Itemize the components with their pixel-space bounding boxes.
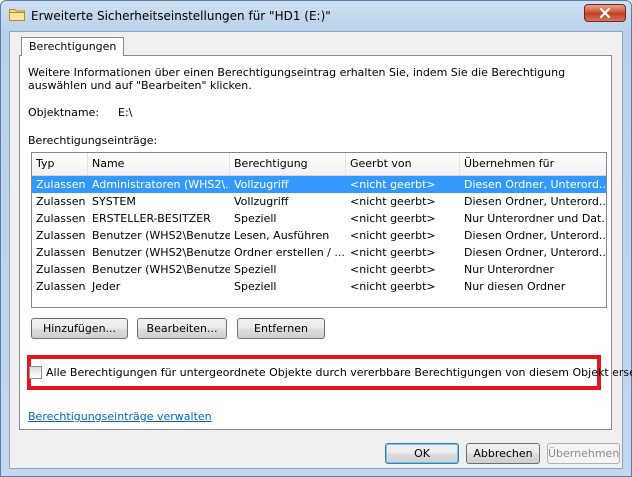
cell-apply-to: Nur Unterordner und Dat... bbox=[464, 212, 606, 225]
cell-type: Zulassen bbox=[36, 280, 86, 293]
cell-name: Benutzer (WHS2\Benutzer) bbox=[92, 246, 230, 259]
info-text: Weitere Informationen über einen Berecht… bbox=[28, 66, 566, 92]
cell-name: ERSTELLER-BESITZER bbox=[92, 212, 211, 225]
table-row[interactable]: Zulassen Benutzer (WHS2\Benutzer) Ordner e… bbox=[32, 244, 606, 261]
cell-name: SYSTEM bbox=[92, 195, 136, 208]
object-name-value: E:\ bbox=[118, 106, 133, 119]
dialog-window: Erweiterte Sicherheitseinstellungen für … bbox=[0, 0, 632, 477]
table-row[interactable]: Zulassen ERSTELLER-BESITZER Speziell <nicht… bbox=[32, 210, 606, 227]
table-row[interactable]: Zulassen Jeder Speziell <nicht geerbt> Nur d… bbox=[32, 278, 606, 295]
cell-inherited-from: <nicht geerbt> bbox=[350, 263, 436, 276]
cell-type: Zulassen bbox=[36, 229, 86, 242]
cell-permission: Ordner erstellen / ... bbox=[234, 246, 345, 259]
cell-permission: Vollzugriff bbox=[234, 178, 289, 191]
cell-inherited-from: <nicht geerbt> bbox=[350, 246, 436, 259]
replace-permissions-label[interactable]: Alle Berechtigungen für untergeordnete O… bbox=[46, 366, 632, 379]
folder-icon bbox=[9, 8, 25, 21]
manage-entries-link[interactable]: Berechtigungseinträge verwalten bbox=[28, 410, 212, 423]
cell-permission: Lesen, Ausführen bbox=[234, 229, 330, 242]
column-header-name[interactable]: Name bbox=[88, 153, 230, 175]
permissions-panel: Weitere Informationen über einen Berecht… bbox=[19, 55, 632, 430]
cell-type: Zulassen bbox=[36, 178, 86, 191]
title-bar[interactable]: Erweiterte Sicherheitseinstellungen für … bbox=[1, 1, 631, 31]
cell-inherited-from: <nicht geerbt> bbox=[350, 212, 436, 225]
cell-inherited-from: <nicht geerbt> bbox=[350, 178, 436, 191]
table-row[interactable]: Zulassen SYSTEM Vollzugriff <nicht geerbt> D… bbox=[32, 193, 606, 210]
object-name-label: Objektname: bbox=[28, 106, 100, 119]
cell-inherited-from: <nicht geerbt> bbox=[350, 280, 436, 293]
tab-permissions[interactable]: Berechtigungen bbox=[21, 37, 125, 56]
table-row[interactable]: Zulassen Administratoren (WHS2\... Vollzug… bbox=[32, 176, 606, 193]
table-row[interactable]: Zulassen Benutzer (WHS2\Benutzer) Lesen, A… bbox=[32, 227, 606, 244]
cell-permission: Speziell bbox=[234, 212, 277, 225]
apply-button[interactable]: Übernehmen bbox=[547, 443, 620, 464]
cell-permission: Speziell bbox=[234, 263, 277, 276]
cell-name: Administratoren (WHS2\... bbox=[92, 178, 230, 191]
cell-permission: Vollzugriff bbox=[234, 195, 289, 208]
cell-type: Zulassen bbox=[36, 263, 86, 276]
cell-type: Zulassen bbox=[36, 246, 86, 259]
cell-name: Benutzer (WHS2\Benutzer) bbox=[92, 263, 230, 276]
close-icon bbox=[599, 8, 611, 18]
cell-apply-to: Diesen Ordner, Unterord... bbox=[464, 195, 606, 208]
column-header-inherited-from[interactable]: Geerbt von bbox=[346, 153, 460, 175]
table-row[interactable]: Zulassen Benutzer (WHS2\Benutzer) Speziell… bbox=[32, 261, 606, 278]
close-button[interactable] bbox=[584, 4, 626, 22]
cell-type: Zulassen bbox=[36, 212, 86, 225]
cell-name: Jeder bbox=[92, 280, 121, 293]
remove-button[interactable]: Entfernen bbox=[237, 318, 325, 339]
entries-label: Berechtigungseinträge: bbox=[28, 134, 158, 147]
ok-button[interactable]: OK bbox=[385, 443, 459, 464]
window-title: Erweiterte Sicherheitseinstellungen für … bbox=[31, 9, 331, 23]
cell-permission: Speziell bbox=[234, 280, 277, 293]
permissions-list[interactable]: Typ Name Berechtigung Geerbt von Überneh… bbox=[31, 152, 607, 308]
cancel-button[interactable]: Abbrechen bbox=[466, 443, 540, 464]
cell-apply-to: Diesen Ordner, Unterord... bbox=[464, 229, 606, 242]
cell-name: Benutzer (WHS2\Benutzer) bbox=[92, 229, 230, 242]
cell-apply-to: Nur Unterordner bbox=[464, 263, 554, 276]
column-header-type[interactable]: Typ bbox=[32, 153, 88, 175]
edit-button[interactable]: Bearbeiten... bbox=[137, 318, 227, 339]
cell-apply-to: Diesen Ordner, Unterord... bbox=[464, 178, 606, 191]
column-header-apply-to[interactable]: Übernehmen für bbox=[460, 153, 606, 175]
dialog-client: Berechtigungen Weitere Informationen übe… bbox=[9, 31, 632, 469]
cell-inherited-from: <nicht geerbt> bbox=[350, 229, 436, 242]
column-header-permission[interactable]: Berechtigung bbox=[230, 153, 346, 175]
cell-inherited-from: <nicht geerbt> bbox=[350, 195, 436, 208]
add-button[interactable]: Hinzufügen... bbox=[31, 318, 128, 339]
cell-type: Zulassen bbox=[36, 195, 86, 208]
replace-permissions-checkbox[interactable] bbox=[29, 366, 42, 379]
list-header: Typ Name Berechtigung Geerbt von Überneh… bbox=[32, 153, 606, 176]
cell-apply-to: Nur diesen Ordner bbox=[464, 280, 566, 293]
cell-apply-to: Diesen Ordner, Unterord... bbox=[464, 246, 606, 259]
